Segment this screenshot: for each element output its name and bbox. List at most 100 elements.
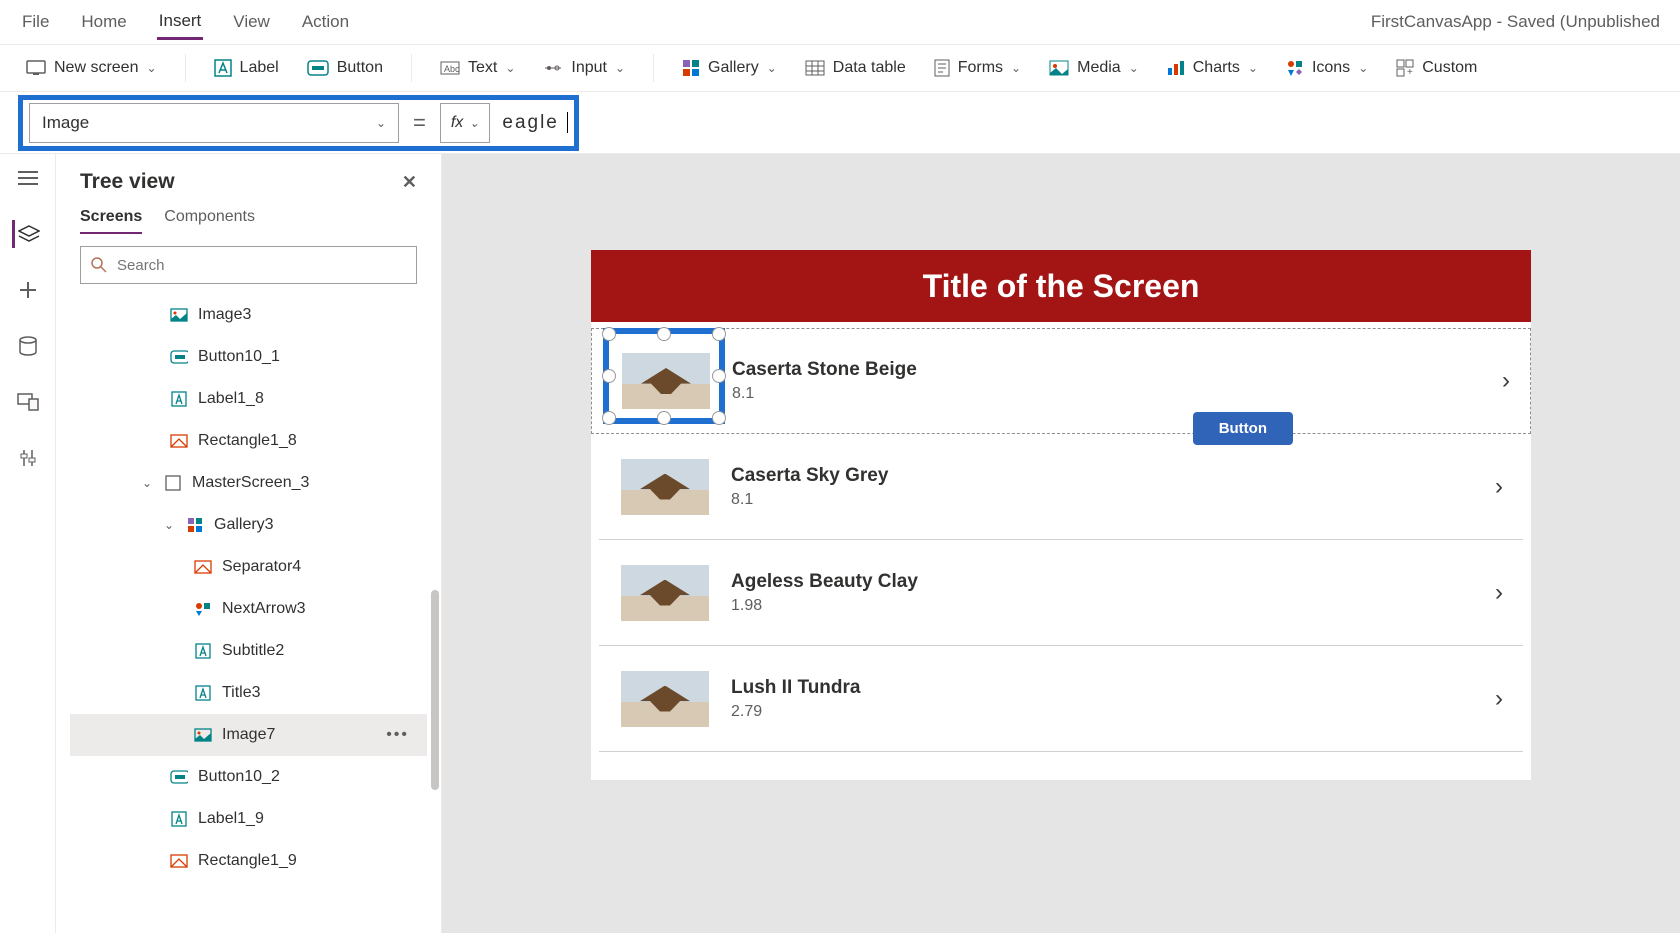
row-title: Caserta Sky Grey — [731, 465, 888, 487]
chevron-down-icon: ⌄ — [376, 116, 386, 130]
tree-item-separator4[interactable]: Separator4 — [70, 546, 427, 588]
menu-action[interactable]: Action — [300, 6, 351, 38]
rail-hamburger[interactable] — [14, 164, 42, 192]
custom-button[interactable]: + Custom — [1396, 59, 1477, 77]
chevron-down-icon: ⌄ — [767, 61, 777, 75]
insert-ribbon: New screen ⌄ Label Button Abc Text ⌄ Inp… — [0, 44, 1680, 92]
button-button[interactable]: Button — [307, 59, 383, 77]
label-button[interactable]: Label — [214, 59, 279, 77]
search-icon — [91, 257, 107, 273]
gallery-dropdown[interactable]: Gallery ⌄ — [682, 59, 777, 77]
formula-highlight: Image ⌄ = fx ⌄ eagle — [18, 95, 579, 151]
tab-components[interactable]: Components — [164, 208, 255, 234]
text-label: Text — [468, 59, 497, 77]
menu-file[interactable]: File — [20, 6, 51, 38]
menu-bar: File Home Insert View Action FirstCanvas… — [0, 0, 1680, 44]
charts-dropdown[interactable]: Charts ⌄ — [1167, 59, 1258, 77]
tree-item-title3[interactable]: Title3 — [70, 672, 427, 714]
chevron-right-icon[interactable]: › — [1495, 579, 1503, 607]
property-value: Image — [42, 113, 89, 133]
gallery-row[interactable]: Caserta Sky Grey8.1 › — [599, 434, 1523, 540]
chevron-right-icon[interactable]: › — [1495, 473, 1503, 501]
tree-item-rectangle1_9[interactable]: Rectangle1_9 — [70, 840, 427, 882]
chevron-down-icon: ⌄ — [164, 518, 176, 532]
equals-sign: = — [413, 110, 426, 136]
iconctl-icon — [194, 600, 212, 618]
selection-highlight — [603, 328, 725, 424]
tree-item-rectangle1_8[interactable]: Rectangle1_8 — [70, 420, 427, 462]
menu-insert[interactable]: Insert — [157, 5, 204, 40]
menu-home[interactable]: Home — [79, 6, 128, 38]
gallery-icon — [186, 516, 204, 534]
gallery-row[interactable]: Lush II Tundra2.79› — [599, 646, 1523, 752]
input-dropdown[interactable]: Input ⌄ — [543, 59, 625, 77]
row-text: Caserta Stone Beige 8.1 — [732, 359, 917, 403]
tree-item-label: NextArrow3 — [222, 600, 306, 618]
icons-label: Icons — [1312, 59, 1350, 77]
gallery-icon — [682, 59, 700, 77]
more-icon[interactable]: ••• — [386, 726, 409, 744]
text-dropdown[interactable]: Abc Text ⌄ — [440, 59, 515, 77]
tree-item-label: Rectangle1_8 — [198, 432, 297, 450]
tree-item-label1_9[interactable]: Label1_9 — [70, 798, 427, 840]
tab-screens[interactable]: Screens — [80, 208, 142, 234]
property-selector[interactable]: Image ⌄ — [29, 103, 399, 143]
search-box[interactable] — [80, 246, 417, 284]
app-canvas[interactable]: Title of the Screen Caserta Stone Beige 8… — [591, 250, 1531, 780]
screen-icon — [164, 474, 182, 492]
hamburger-icon — [18, 171, 38, 185]
row-title: Caserta Stone Beige — [732, 359, 917, 381]
canvas-area: Title of the Screen Caserta Stone Beige 8… — [442, 154, 1680, 933]
chevron-right-icon[interactable]: › — [1495, 685, 1503, 713]
chevron-down-icon: ⌄ — [505, 61, 515, 75]
tree-item-button10_1[interactable]: Button10_1 — [70, 336, 427, 378]
devices-icon — [17, 393, 39, 411]
tools-icon — [19, 448, 37, 468]
scrollbar-thumb[interactable] — [431, 590, 439, 790]
gallery-row[interactable]: Caserta Stone Beige 8.1 › — [591, 328, 1531, 434]
row-image — [621, 459, 709, 515]
rail-tools[interactable] — [14, 444, 42, 472]
fx-button[interactable]: fx ⌄ — [440, 103, 491, 143]
search-input[interactable] — [117, 257, 406, 274]
tree-item-image7[interactable]: Image7••• — [70, 714, 427, 756]
rail-insert[interactable] — [14, 276, 42, 304]
media-dropdown[interactable]: Media ⌄ — [1049, 59, 1139, 77]
tree-item-label1_8[interactable]: Label1_8 — [70, 378, 427, 420]
data-table-label: Data table — [833, 59, 906, 77]
tree-item-image3[interactable]: Image3 — [70, 294, 427, 336]
row-subtitle: 8.1 — [732, 385, 917, 403]
gallery-label: Gallery — [708, 59, 759, 77]
app-title: FirstCanvasApp - Saved (Unpublished — [1371, 12, 1660, 32]
tree-item-button10_2[interactable]: Button10_2 — [70, 756, 427, 798]
screen-title-bar: Title of the Screen — [591, 250, 1531, 322]
icons-dropdown[interactable]: Icons ⌄ — [1286, 59, 1368, 77]
rail-data[interactable] — [14, 332, 42, 360]
button-icon — [170, 768, 188, 786]
data-table-button[interactable]: Data table — [805, 59, 906, 77]
close-icon[interactable]: ✕ — [402, 172, 417, 193]
formula-input[interactable]: eagle — [502, 111, 568, 134]
rail-tree-view[interactable] — [12, 220, 40, 248]
button-icon — [170, 348, 188, 366]
chevron-down-icon: ⌄ — [1011, 61, 1021, 75]
fx-icon: fx — [451, 114, 463, 132]
tree-item-label: Rectangle1_9 — [198, 852, 297, 870]
tree-item-masterscreen_3[interactable]: ⌄MasterScreen_3 — [70, 462, 427, 504]
row-text: Caserta Sky Grey8.1 — [731, 465, 888, 509]
tree-item-subtitle2[interactable]: Subtitle2 — [70, 630, 427, 672]
chevron-down-icon: ⌄ — [1129, 61, 1139, 75]
forms-dropdown[interactable]: Forms ⌄ — [934, 59, 1021, 77]
custom-label: Custom — [1422, 59, 1477, 77]
rail-media[interactable] — [14, 388, 42, 416]
canvas-button[interactable]: Button — [1193, 412, 1293, 445]
menu-view[interactable]: View — [231, 6, 272, 38]
table-icon — [805, 60, 825, 76]
new-screen-button[interactable]: New screen ⌄ — [26, 59, 157, 77]
gallery-row[interactable]: Ageless Beauty Clay1.98› — [599, 540, 1523, 646]
chevron-right-icon[interactable]: › — [1502, 367, 1510, 395]
tree-item-gallery3[interactable]: ⌄Gallery3 — [70, 504, 427, 546]
tree-item-nextarrow3[interactable]: NextArrow3 — [70, 588, 427, 630]
custom-icon: + — [1396, 59, 1414, 77]
chevron-down-icon: ⌄ — [1358, 61, 1368, 75]
